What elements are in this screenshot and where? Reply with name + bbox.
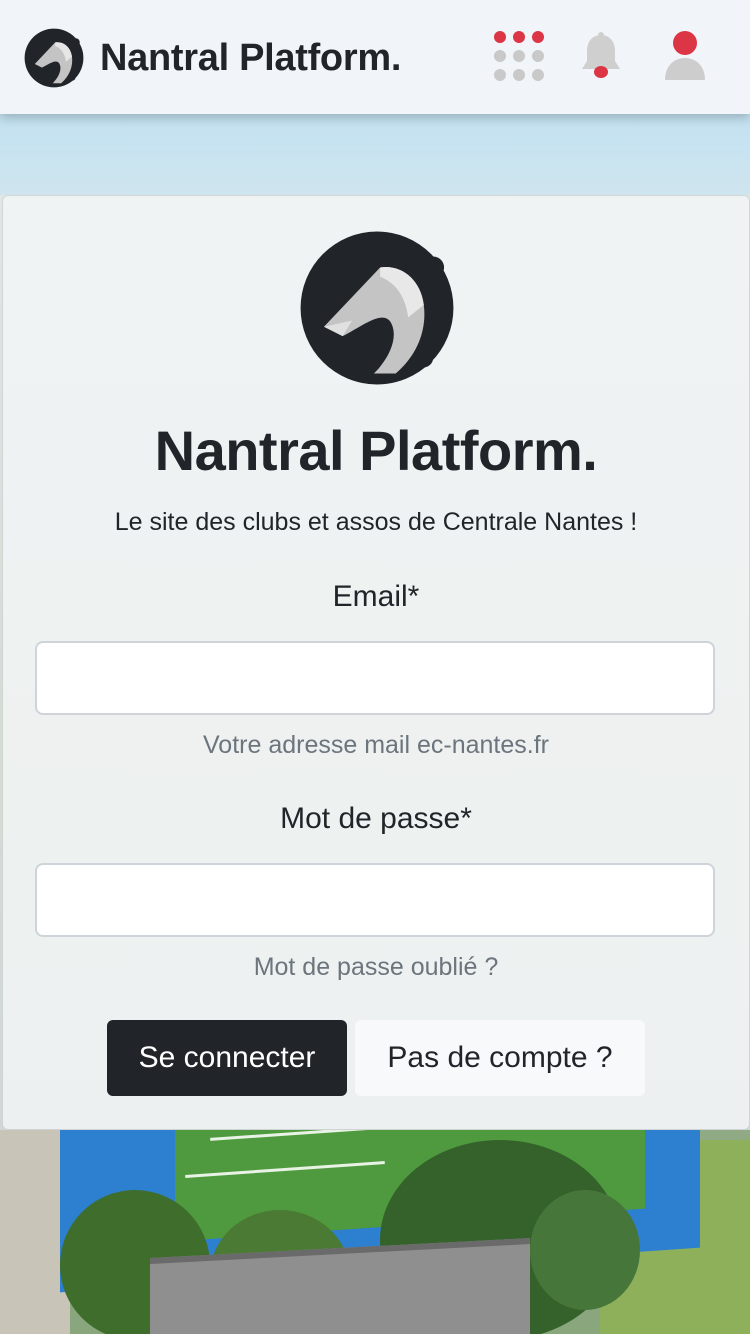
page-title: Nantral Platform. [154, 419, 598, 482]
email-field[interactable] [35, 641, 715, 715]
signup-button[interactable]: Pas de compte ? [355, 1020, 645, 1096]
brand-name: Nantral Platform. [100, 36, 402, 79]
user-icon [665, 31, 705, 80]
email-help-text: Votre adresse mail ec-nantes.fr [203, 731, 549, 759]
password-label: Mot de passe* [280, 802, 472, 835]
apps-menu-button[interactable] [489, 26, 549, 86]
horse-head-logo-icon [24, 28, 84, 88]
email-label: Email* [332, 580, 420, 613]
horse-head-logo-icon [300, 231, 454, 385]
profile-button[interactable] [655, 26, 715, 86]
login-button[interactable]: Se connecter [107, 1020, 347, 1096]
password-field[interactable] [35, 863, 715, 937]
forgot-password-link[interactable]: Mot de passe oublié ? [3, 953, 749, 982]
login-card: Nantral Platform. Le site des clubs et a… [2, 195, 750, 1130]
apps-grid-icon [494, 31, 544, 81]
brand-link[interactable]: Nantral Platform. [24, 28, 401, 88]
bell-icon [582, 32, 620, 78]
page-subtitle: Le site des clubs et assos de Centrale N… [114, 508, 638, 536]
top-navbar: Nantral Platform. [0, 0, 750, 114]
notifications-button[interactable] [571, 26, 631, 86]
